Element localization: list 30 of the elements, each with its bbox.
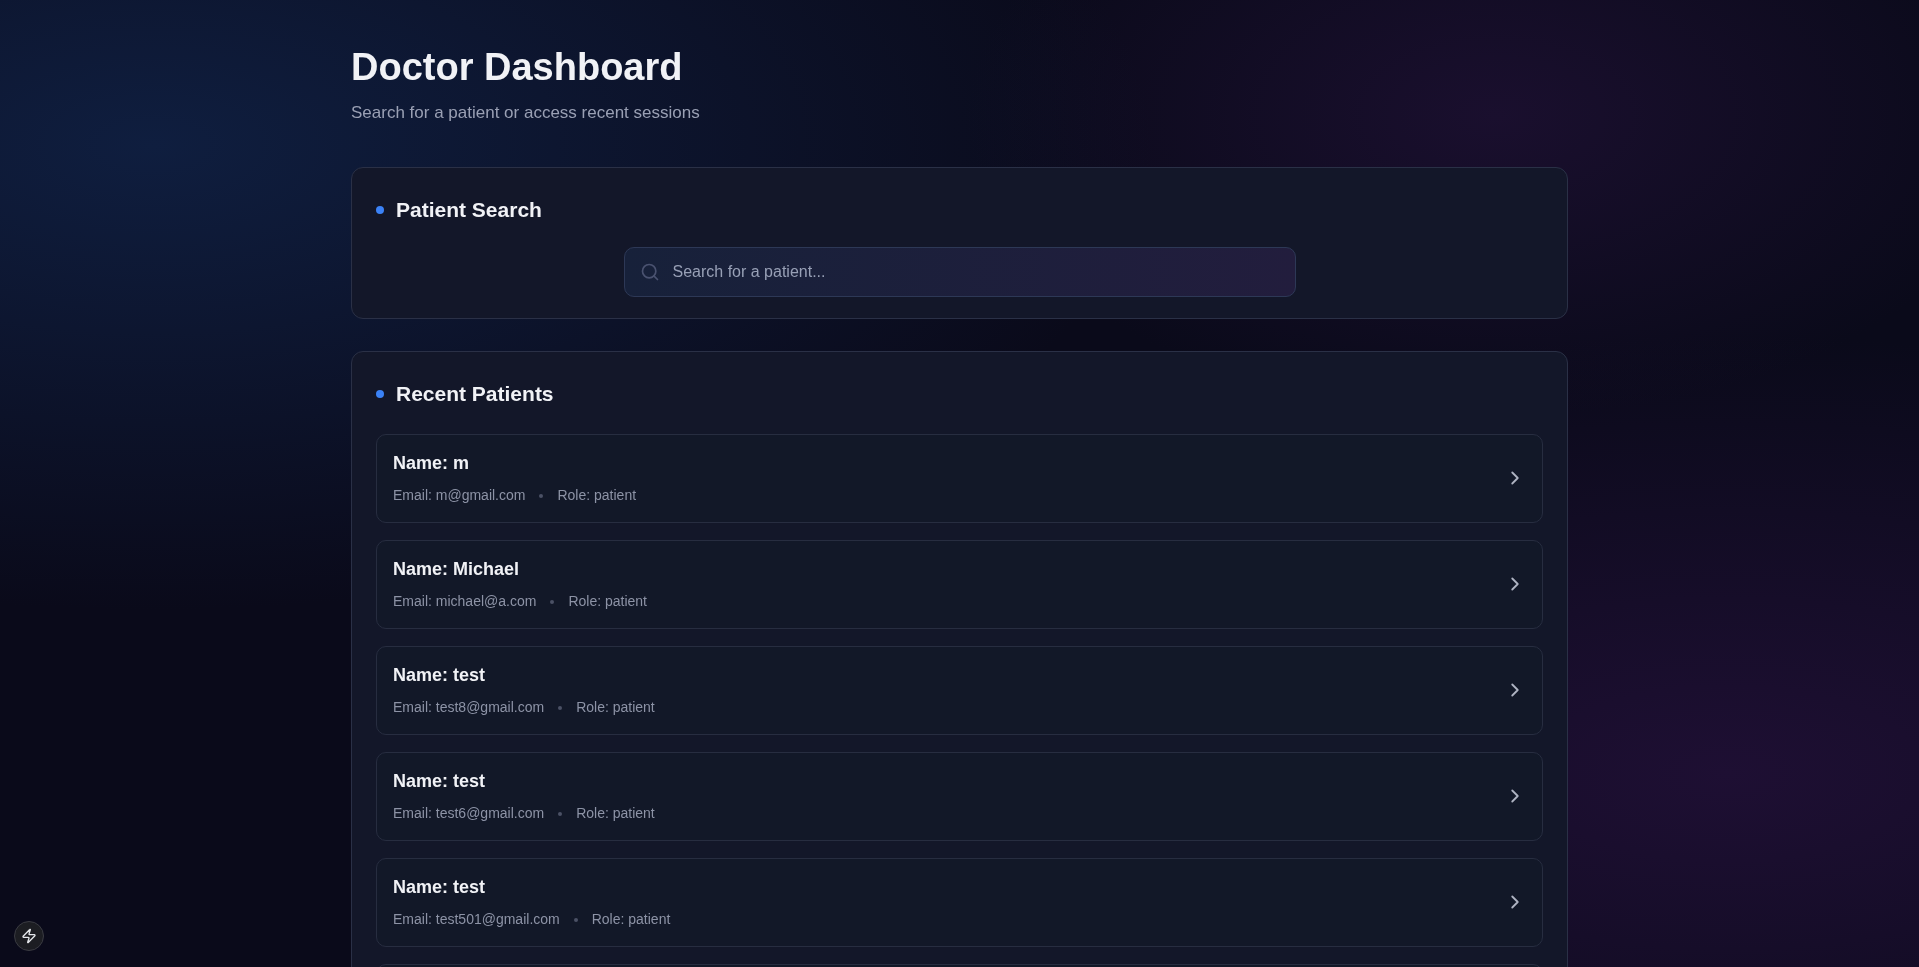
bullet-icon xyxy=(376,389,384,398)
patient-row[interactable]: Name: test Email: test6@gmail.com Role: patient xyxy=(376,751,1543,841)
page-title: Doctor Dashboard xyxy=(351,45,683,90)
patient-email: Email: test501@gmail.com xyxy=(393,910,560,929)
patient-name: Name: Michael xyxy=(393,558,520,581)
patient-email: Email: m@gmail.com xyxy=(393,486,526,505)
patient-row[interactable]: Name: test Email: test8@gmail.com Role: patient xyxy=(376,645,1543,735)
patient-name: Name: test xyxy=(393,876,486,899)
patient-name: Name: test xyxy=(393,664,486,687)
patient-role: Role: patient xyxy=(576,698,655,717)
patient-role: Role: patient xyxy=(557,486,637,505)
patient-row[interactable]: Name: m Email: m@gmail.com Role: patient xyxy=(376,433,1543,523)
patient-row[interactable]: Name: test Email: test501@gmail.com Role: patient xyxy=(376,857,1543,947)
search-icon xyxy=(639,261,660,282)
patient-name: Name: test xyxy=(393,770,486,793)
patient-email: Email: test6@gmail.com xyxy=(393,804,545,823)
patient-email: Email: test8@gmail.com xyxy=(393,698,545,717)
bullet-icon xyxy=(376,205,384,214)
patient-role: Role: patient xyxy=(591,910,671,929)
card-title: Patient Search xyxy=(396,197,542,223)
patient-email: Email: michael@a.com xyxy=(393,592,537,611)
search-field[interactable]: Search for a patient... xyxy=(623,246,1296,297)
patient-role: Role: patient xyxy=(568,592,647,611)
patient-role: Role: patient xyxy=(576,804,655,823)
page-subtitle: Search for a patient or access recent sessions xyxy=(351,101,700,124)
quick-action-button[interactable] xyxy=(14,921,44,951)
card-title: Recent Patients xyxy=(396,381,554,407)
patient-row[interactable]: Name: Michael Email: michael@a.com Role: patient xyxy=(376,539,1543,629)
patient-name: Name: m xyxy=(393,452,470,475)
lightning-icon xyxy=(21,928,37,944)
